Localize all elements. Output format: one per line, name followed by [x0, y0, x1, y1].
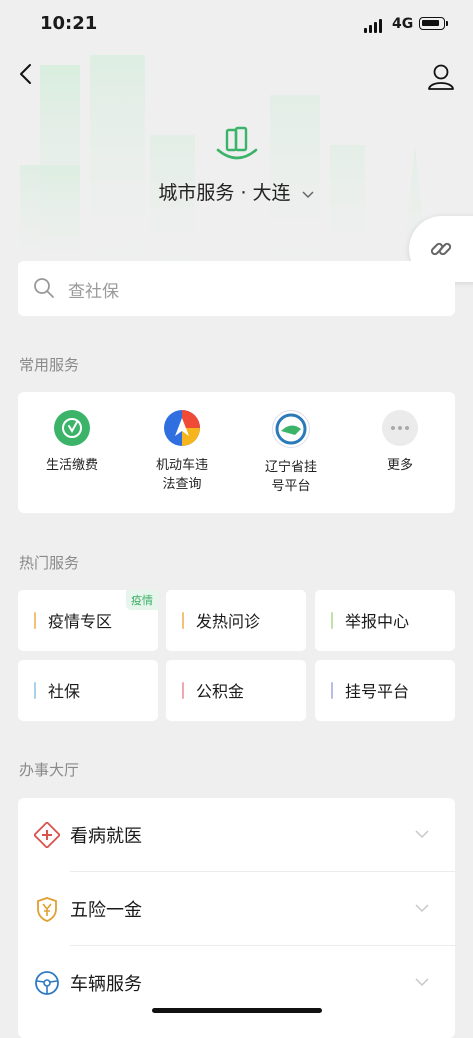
vehicle-violation-icon — [164, 410, 200, 446]
signal-icon — [364, 19, 384, 33]
hot-service-tile[interactable]: 发热问诊 — [166, 590, 306, 651]
city-title-text: 城市服务 · 大连 — [158, 182, 291, 204]
search-placeholder: 查社保 — [68, 282, 119, 302]
network-type: 4G — [392, 16, 414, 32]
hot-services-title: 热门服务 — [19, 554, 80, 572]
accent-bar — [34, 682, 36, 699]
service-more[interactable]: 更多 — [355, 410, 445, 475]
chevron-down-icon — [415, 830, 429, 839]
service-hall-card: 看病就医 五险一金 车辆服务 — [18, 798, 455, 1038]
chevron-down-icon — [415, 978, 429, 987]
life-payment-icon — [54, 410, 90, 446]
accent-bar — [331, 612, 333, 629]
hall-item-label: 五险一金 — [70, 900, 142, 921]
hall-item-insurance[interactable]: 五险一金 — [18, 872, 455, 945]
common-services-card: 生活缴费 机动车违 法查询 辽宁省挂 号平台 更多 — [18, 392, 455, 513]
city-selector[interactable]: 城市服务 · 大连 — [0, 178, 473, 205]
hot-service-tile[interactable]: 疫情专区 疫情 — [18, 590, 158, 651]
accent-bar — [182, 682, 184, 699]
back-icon[interactable] — [14, 62, 38, 86]
hall-item-medical[interactable]: 看病就医 — [18, 798, 455, 871]
hot-service-tile[interactable]: 挂号平台 — [315, 660, 455, 721]
hot-service-label: 社保 — [48, 682, 81, 701]
service-liaoning-registration[interactable]: 辽宁省挂 号平台 — [246, 410, 336, 496]
medical-cross-icon — [34, 822, 60, 848]
service-label: 更多 — [386, 458, 413, 473]
hall-item-label: 车辆服务 — [70, 974, 142, 995]
accent-bar — [331, 682, 333, 699]
epidemic-tag: 疫情 — [126, 590, 158, 610]
service-label: 生活缴费 — [45, 458, 98, 473]
status-time: 10:21 — [40, 13, 98, 34]
hall-item-label: 看病就医 — [70, 826, 142, 847]
common-services-title: 常用服务 — [19, 356, 80, 374]
service-life-payment[interactable]: 生活缴费 — [27, 410, 117, 475]
hot-service-label: 疫情专区 — [48, 612, 113, 631]
hot-service-tile[interactable]: 公积金 — [166, 660, 306, 721]
liaoning-registration-icon — [272, 410, 310, 448]
city-skyline-illustration — [20, 55, 430, 285]
service-label: 机动车违 法查询 — [155, 458, 208, 492]
city-buildings-icon — [216, 126, 258, 160]
accent-bar — [182, 612, 184, 629]
hot-service-label: 挂号平台 — [345, 682, 410, 701]
steering-wheel-icon — [35, 971, 59, 995]
hot-service-tile[interactable]: 社保 — [18, 660, 158, 721]
link-icon — [430, 242, 452, 256]
hot-service-tile[interactable]: 举报中心 — [315, 590, 455, 651]
chevron-down-icon — [302, 190, 314, 198]
home-indicator[interactable] — [152, 1008, 322, 1013]
chevron-down-icon — [415, 904, 429, 913]
hot-service-label: 发热问诊 — [196, 612, 261, 631]
battery-icon — [419, 17, 448, 30]
user-profile-icon[interactable] — [426, 62, 456, 92]
hot-service-label: 举报中心 — [345, 612, 410, 631]
service-hall-title: 办事大厅 — [19, 761, 80, 779]
service-vehicle-violation[interactable]: 机动车违 法查询 — [137, 410, 227, 494]
more-icon — [382, 410, 418, 446]
yuan-shield-icon — [37, 897, 57, 922]
search-bar[interactable]: 查社保 — [18, 261, 455, 316]
accent-bar — [34, 612, 36, 629]
search-icon — [34, 278, 54, 298]
hot-service-label: 公积金 — [196, 682, 245, 701]
service-label: 辽宁省挂 号平台 — [264, 460, 317, 494]
